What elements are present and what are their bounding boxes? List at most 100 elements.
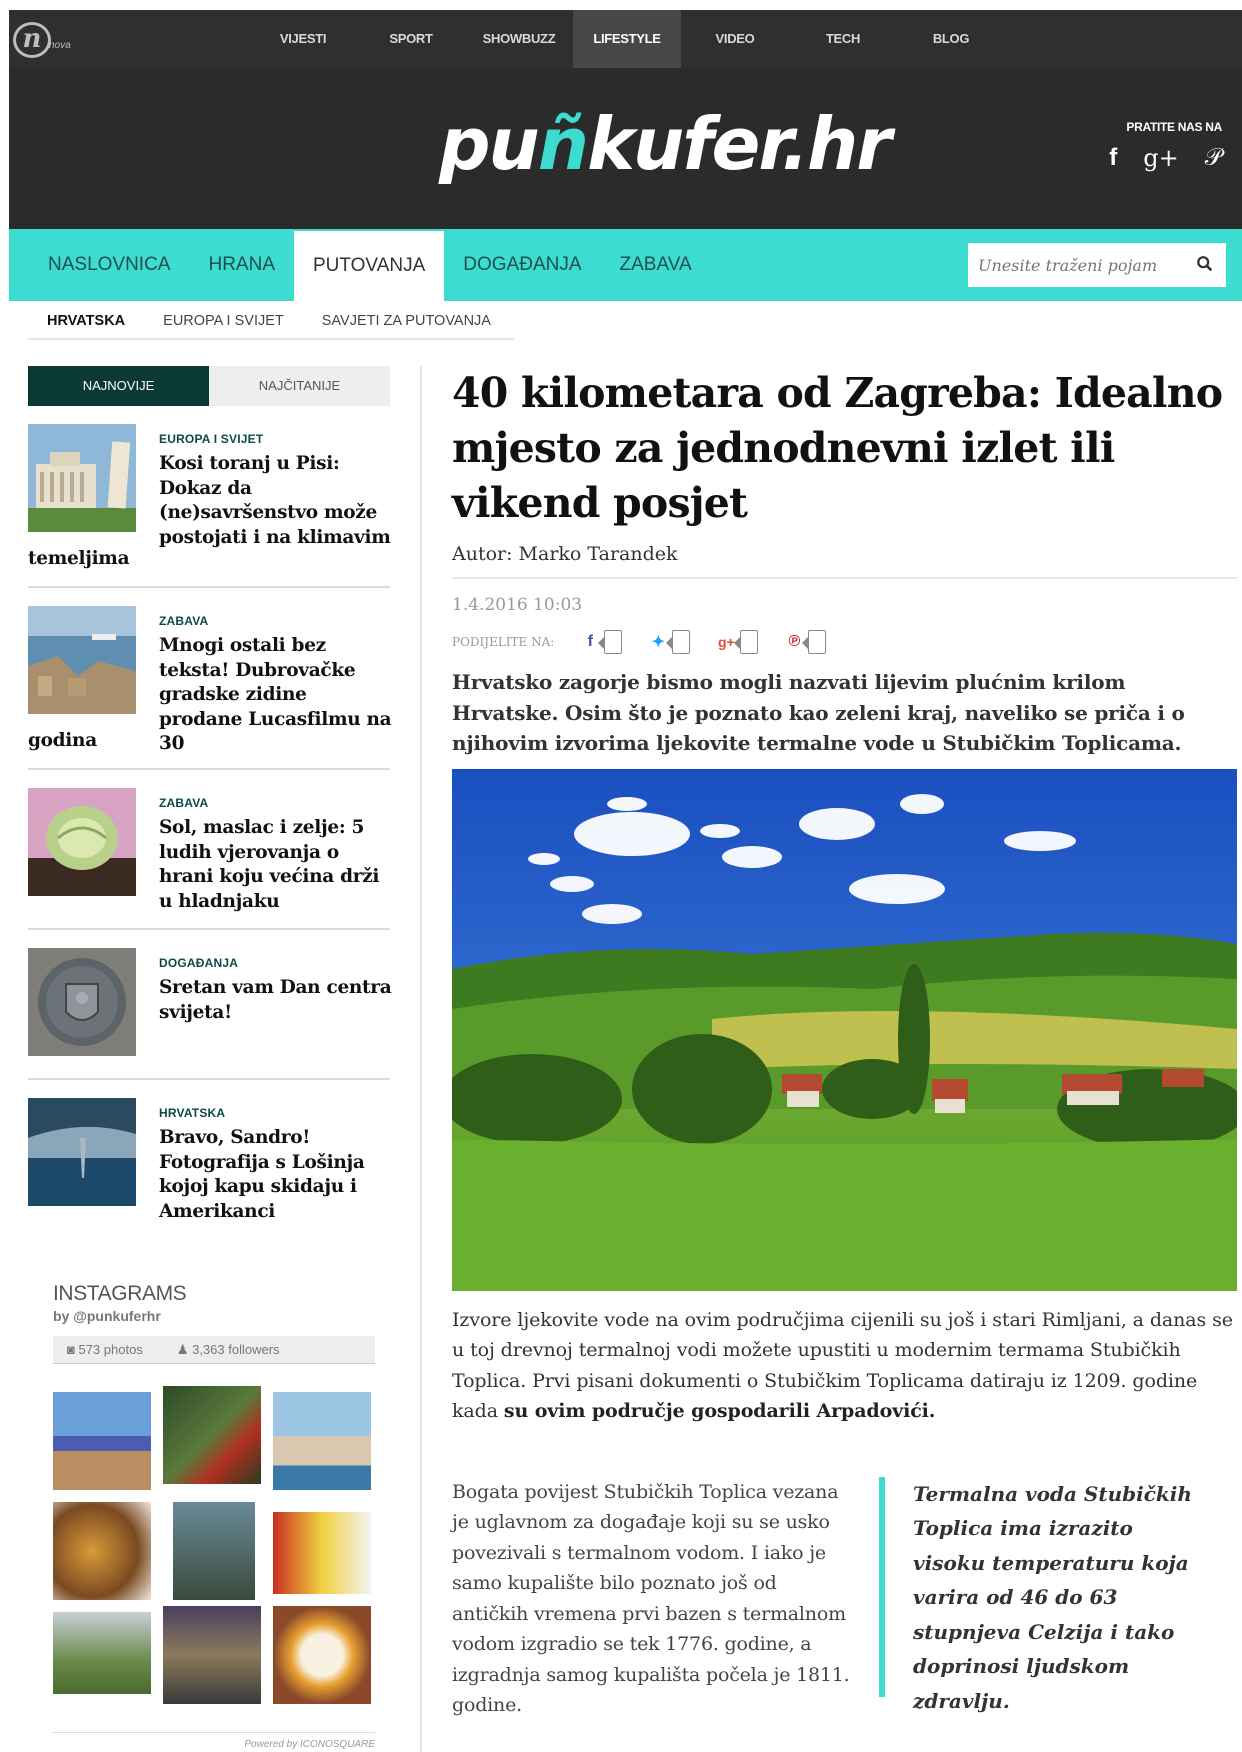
logo-text-start: pu	[439, 102, 540, 186]
network-nav-vijesti[interactable]: VIJESTI	[249, 10, 357, 68]
nova-logo-word: nova	[49, 40, 71, 51]
tab-najcitanije[interactable]: NAJČITANIJE	[209, 366, 390, 406]
network-nav-sport[interactable]: SPORT	[357, 10, 465, 68]
network-nav-video[interactable]: VIDEO	[681, 10, 789, 68]
search-input[interactable]	[968, 243, 1188, 287]
site-logo[interactable]: puñkufer.hr	[439, 102, 892, 186]
pinterest-icon: ℗	[788, 633, 801, 650]
post-thumbnail[interactable]	[28, 948, 136, 1056]
post-title[interactable]: Sol, maslac i zelje: 5 ludih vjerovanja …	[159, 816, 395, 914]
facebook-icon: f	[587, 633, 593, 650]
post-category[interactable]: HRVATSKA	[159, 1106, 225, 1120]
subcategory-savjeti[interactable]: SAVJETI ZA PUTOVANJA	[303, 302, 510, 338]
share-count	[666, 630, 691, 654]
instagram-photo[interactable]	[53, 1502, 151, 1600]
post-title[interactable]: Sretan vam Dan centra svijeta!	[159, 976, 395, 1025]
tab-najnovije[interactable]: NAJNOVIJE	[28, 366, 209, 406]
instagram-photo[interactable]	[163, 1606, 261, 1704]
share-count	[802, 630, 827, 654]
photos-count: ◙ 573 photos	[67, 1342, 143, 1357]
followers-count: ♟ 3,363 followers	[177, 1342, 280, 1358]
post-title[interactable]: Bravo, Sandro! Fotografija s Lošinja koj…	[159, 1126, 395, 1224]
article-columns: Bogata povijest Stubičkih Toplica vezana…	[452, 1476, 1237, 1737]
sidebar-post[interactable]: DOGAĐANJA Sretan vam Dan centra svijeta!	[28, 930, 392, 1080]
post-title-tail[interactable]: temeljima	[28, 547, 130, 572]
instagram-title: INSTAGRAMS	[53, 1282, 187, 1305]
followers-count-text: 3,363 followers	[192, 1341, 280, 1357]
share-google-plus[interactable]: g+	[716, 630, 759, 654]
camera-icon: ◙	[67, 1342, 79, 1357]
category-hrana[interactable]: HRANA	[189, 229, 294, 301]
share-facebook[interactable]: f	[580, 630, 623, 654]
instagram-account[interactable]: by @punkuferhr	[53, 1308, 375, 1324]
facebook-icon[interactable]: f	[1109, 144, 1117, 172]
article: 40 kilometara od Zagreba: Idealno mjesto…	[452, 366, 1237, 1737]
network-nav: VIJESTI SPORT SHOWBUZZ LIFESTYLE VIDEO T…	[249, 10, 1005, 68]
article-headline: 40 kilometara od Zagreba: Idealno mjesto…	[452, 369, 1223, 527]
google-plus-icon[interactable]: g+	[1143, 144, 1178, 172]
instagram-widget: INSTAGRAMS by @punkuferhr ◙ 573 photos ♟…	[53, 1282, 375, 1750]
photos-count-text: 573 photos	[78, 1342, 143, 1357]
article-date: 1.4.2016 10:03	[452, 595, 583, 615]
category-nav: NASLOVNICA HRANA PUTOVANJA DOGAĐANJA ZAB…	[9, 229, 1242, 301]
post-thumbnail[interactable]	[28, 606, 136, 714]
pull-quote: Termalna voda Stubičkih Toplica ima izra…	[879, 1476, 1209, 1713]
network-nav-lifestyle[interactable]: LIFESTYLE	[573, 10, 681, 68]
post-title[interactable]: Mnogi ostali bez teksta! Dubrovačke grad…	[159, 634, 395, 757]
powered-by[interactable]: Powered by ICONOSQUARE	[53, 1732, 375, 1750]
post-category[interactable]: DOGAĐANJA	[159, 956, 238, 970]
search-box	[968, 243, 1226, 287]
instagram-photo[interactable]	[173, 1502, 255, 1600]
article-paragraph: Izvore ljekovite vode na ovim područjima…	[452, 1305, 1237, 1427]
category-putovanja[interactable]: PUTOVANJA	[294, 231, 445, 301]
instagram-photo[interactable]	[53, 1612, 151, 1694]
sidebar: NAJNOVIJE NAJČITANIJE EUROPA I SVIJET Ko…	[28, 366, 392, 1230]
instagram-photo[interactable]	[273, 1392, 371, 1490]
site-header: puñkufer.hr PRATITE NAS NA f g+ 𝒫	[9, 68, 1242, 229]
share-count	[598, 630, 623, 654]
nova-logo[interactable]: n nova	[9, 20, 79, 60]
share-bar: PODIJELITE NA: f ✦ g+ ℗	[452, 627, 1237, 657]
instagram-photo[interactable]	[163, 1386, 261, 1484]
post-title-tail[interactable]: godina	[28, 729, 97, 754]
instagram-photo[interactable]	[53, 1392, 151, 1490]
twitter-icon: ✦	[651, 634, 666, 651]
article-paragraph-bold: su ovim područje gospodarili Arpadovići.	[503, 1400, 936, 1422]
post-category[interactable]: ZABAVA	[159, 796, 208, 810]
post-thumbnail[interactable]	[28, 1098, 136, 1206]
social-links: f g+ 𝒫	[1082, 144, 1222, 172]
post-thumbnail[interactable]	[28, 788, 136, 896]
instagram-photo[interactable]	[273, 1512, 371, 1594]
network-nav-showbuzz[interactable]: SHOWBUZZ	[465, 10, 573, 68]
share-pinterest[interactable]: ℗	[784, 630, 827, 654]
network-nav-tech[interactable]: TECH	[789, 10, 897, 68]
subcategory-hrvatska[interactable]: HRVATSKA	[28, 302, 144, 338]
category-zabava[interactable]: ZABAVA	[601, 229, 711, 301]
article-paragraph: Bogata povijest Stubičkih Toplica vezana…	[452, 1480, 850, 1717]
network-nav-blog[interactable]: BLOG	[897, 10, 1005, 68]
column-divider	[420, 366, 422, 1752]
post-thumbnail[interactable]	[28, 424, 136, 532]
article-lead: Hrvatsko zagorje bismo mogli nazvati lij…	[452, 670, 1185, 755]
search-icon[interactable]	[1196, 255, 1214, 273]
article-author: Autor: Marko Tarandek	[452, 543, 1237, 579]
follow-label: PRATITE NAS NA	[1126, 120, 1222, 134]
subcategory-europa-i-svijet[interactable]: EUROPA I SVIJET	[144, 302, 303, 338]
post-category[interactable]: EUROPA I SVIJET	[159, 432, 263, 446]
post-title[interactable]: Kosi toranj u Pisi: Dokaz da (ne)savršen…	[159, 452, 395, 550]
follow-us: PRATITE NAS NA f g+ 𝒫	[1082, 120, 1222, 172]
sidebar-tabs: NAJNOVIJE NAJČITANIJE	[28, 366, 390, 406]
share-twitter[interactable]: ✦	[648, 630, 691, 654]
sidebar-post[interactable]: HRVATSKA Bravo, Sandro! Fotografija s Lo…	[28, 1080, 390, 1230]
instagram-photo[interactable]	[273, 1606, 371, 1704]
article-hero-image	[452, 768, 1237, 1291]
sidebar-post[interactable]: EUROPA I SVIJET Kosi toranj u Pisi: Doka…	[28, 406, 391, 588]
sidebar-post[interactable]: ZABAVA Mnogi ostali bez teksta! Dubrovač…	[28, 588, 392, 770]
category-naslovnica[interactable]: NASLOVNICA	[29, 229, 189, 301]
logo-suitcase-letter: ñ	[537, 102, 589, 186]
category-dogadanja[interactable]: DOGAĐANJA	[444, 229, 600, 301]
pinterest-icon[interactable]: 𝒫	[1205, 144, 1222, 172]
post-category[interactable]: ZABAVA	[159, 614, 208, 628]
network-bar: n nova VIJESTI SPORT SHOWBUZZ LIFESTYLE …	[9, 10, 1242, 68]
sidebar-post[interactable]: ZABAVA Sol, maslac i zelje: 5 ludih vjer…	[28, 770, 390, 930]
